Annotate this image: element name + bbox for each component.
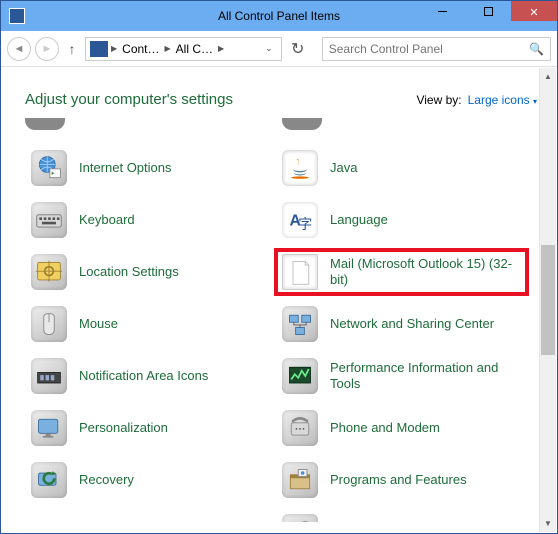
item-label: Personalization	[79, 420, 168, 436]
app-icon	[9, 8, 25, 24]
personalization-icon	[29, 408, 69, 448]
breadcrumb-seg-2[interactable]: All C…	[172, 42, 217, 56]
cpl-item-network-sharing[interactable]: Network and Sharing Center	[276, 302, 527, 346]
page-title: Adjust your computer's settings	[25, 91, 233, 108]
refresh-button[interactable]: ↻	[286, 37, 310, 61]
cpl-item-notification-area[interactable]: Notification Area Icons	[25, 354, 276, 398]
cpl-item-performance[interactable]: Performance Information and Tools	[276, 354, 527, 398]
item-label: Java	[330, 160, 357, 176]
partial-row-top	[25, 116, 527, 130]
partial-icon	[25, 118, 65, 130]
item-label: Location Settings	[79, 264, 179, 280]
window-titlebar: All Control Panel Items	[1, 1, 557, 31]
search-icon: 🔍	[529, 42, 544, 56]
scroll-thumb[interactable]	[541, 245, 555, 355]
network-sharing-icon	[280, 304, 320, 344]
item-label: Notification Area Icons	[79, 368, 208, 384]
view-by-value: Large icons	[468, 93, 530, 107]
up-button[interactable]: ↑	[63, 37, 81, 61]
chevron-down-icon: ▾	[533, 97, 537, 106]
scroll-track[interactable]	[540, 85, 556, 515]
cpl-item-language[interactable]: A字 Language	[276, 198, 527, 242]
chevron-right-icon: ▶	[217, 44, 225, 53]
cpl-item-programs-features[interactable]: Programs and Features	[276, 458, 527, 502]
item-label: Phone and Modem	[330, 420, 440, 436]
navigation-toolbar: ◄ ► ↑ ▶ Cont… ▶ All C… ▶ ⌄ ↻ 🔍	[1, 31, 557, 67]
item-label: Keyboard	[79, 212, 135, 228]
item-label: Programs and Features	[330, 472, 467, 488]
cpl-item-internet-options[interactable]: Internet Options	[25, 146, 276, 190]
cpl-item-java[interactable]: Java	[276, 146, 527, 190]
cpl-item-mouse[interactable]: Mouse	[25, 302, 276, 346]
view-by-label: View by:	[416, 93, 461, 107]
internet-options-icon	[29, 148, 69, 188]
search-input[interactable]	[329, 42, 525, 56]
window-buttons	[419, 1, 557, 21]
svg-text:字: 字	[298, 216, 312, 232]
header-row: Adjust your computer's settings View by:…	[1, 67, 557, 116]
cpl-item-region[interactable]: Region	[276, 510, 527, 522]
control-panel-icon	[90, 41, 108, 57]
location-settings-icon	[29, 252, 69, 292]
view-by-control: View by: Large icons ▾	[416, 93, 537, 107]
item-label: Recovery	[79, 472, 134, 488]
control-panel-items: Internet Options Java Keyboard A字 Langua…	[1, 116, 531, 522]
minimize-button[interactable]	[419, 1, 465, 21]
keyboard-icon	[29, 200, 69, 240]
back-button[interactable]: ◄	[7, 37, 31, 61]
performance-icon	[280, 356, 320, 396]
close-button[interactable]	[511, 1, 557, 21]
cpl-item-recovery[interactable]: Recovery	[25, 458, 276, 502]
cpl-item-personalization[interactable]: Personalization	[25, 406, 276, 450]
scroll-up-button[interactable]: ▲	[540, 68, 556, 85]
vertical-scrollbar[interactable]: ▲ ▼	[539, 68, 556, 532]
breadcrumb-seg-1[interactable]: Cont…	[118, 42, 163, 56]
mail-icon	[280, 252, 320, 292]
item-label: Mail (Microsoft Outlook 15) (32-bit)	[330, 256, 523, 289]
chevron-right-icon: ▶	[110, 44, 118, 53]
recovery-icon	[29, 460, 69, 500]
item-label: Network and Sharing Center	[330, 316, 494, 332]
programs-features-icon	[280, 460, 320, 500]
scroll-down-button[interactable]: ▼	[540, 515, 556, 532]
address-breadcrumb[interactable]: ▶ Cont… ▶ All C… ▶ ⌄	[85, 37, 282, 61]
item-label: Mouse	[79, 316, 118, 332]
language-icon: A字	[280, 200, 320, 240]
notification-area-icon	[29, 356, 69, 396]
cpl-item-keyboard[interactable]: Keyboard	[25, 198, 276, 242]
cpl-item-phone-modem[interactable]: Phone and Modem	[276, 406, 527, 450]
region-icon	[280, 512, 320, 522]
phone-modem-icon	[280, 408, 320, 448]
mouse-icon	[29, 304, 69, 344]
cpl-item-location-settings[interactable]: Location Settings	[25, 250, 276, 294]
breadcrumb-dropdown[interactable]: ⌄	[225, 43, 279, 54]
maximize-button[interactable]	[465, 1, 511, 21]
forward-button[interactable]: ►	[35, 37, 59, 61]
cpl-item-mail[interactable]: Mail (Microsoft Outlook 15) (32-bit)	[276, 250, 527, 294]
partial-icon	[282, 118, 322, 130]
item-label: Language	[330, 212, 388, 228]
search-box[interactable]: 🔍	[322, 37, 551, 61]
chevron-right-icon: ▶	[164, 44, 172, 53]
item-label: Internet Options	[79, 160, 172, 176]
java-icon	[280, 148, 320, 188]
item-label: Performance Information and Tools	[330, 360, 523, 393]
view-by-dropdown[interactable]: Large icons ▾	[468, 93, 537, 107]
